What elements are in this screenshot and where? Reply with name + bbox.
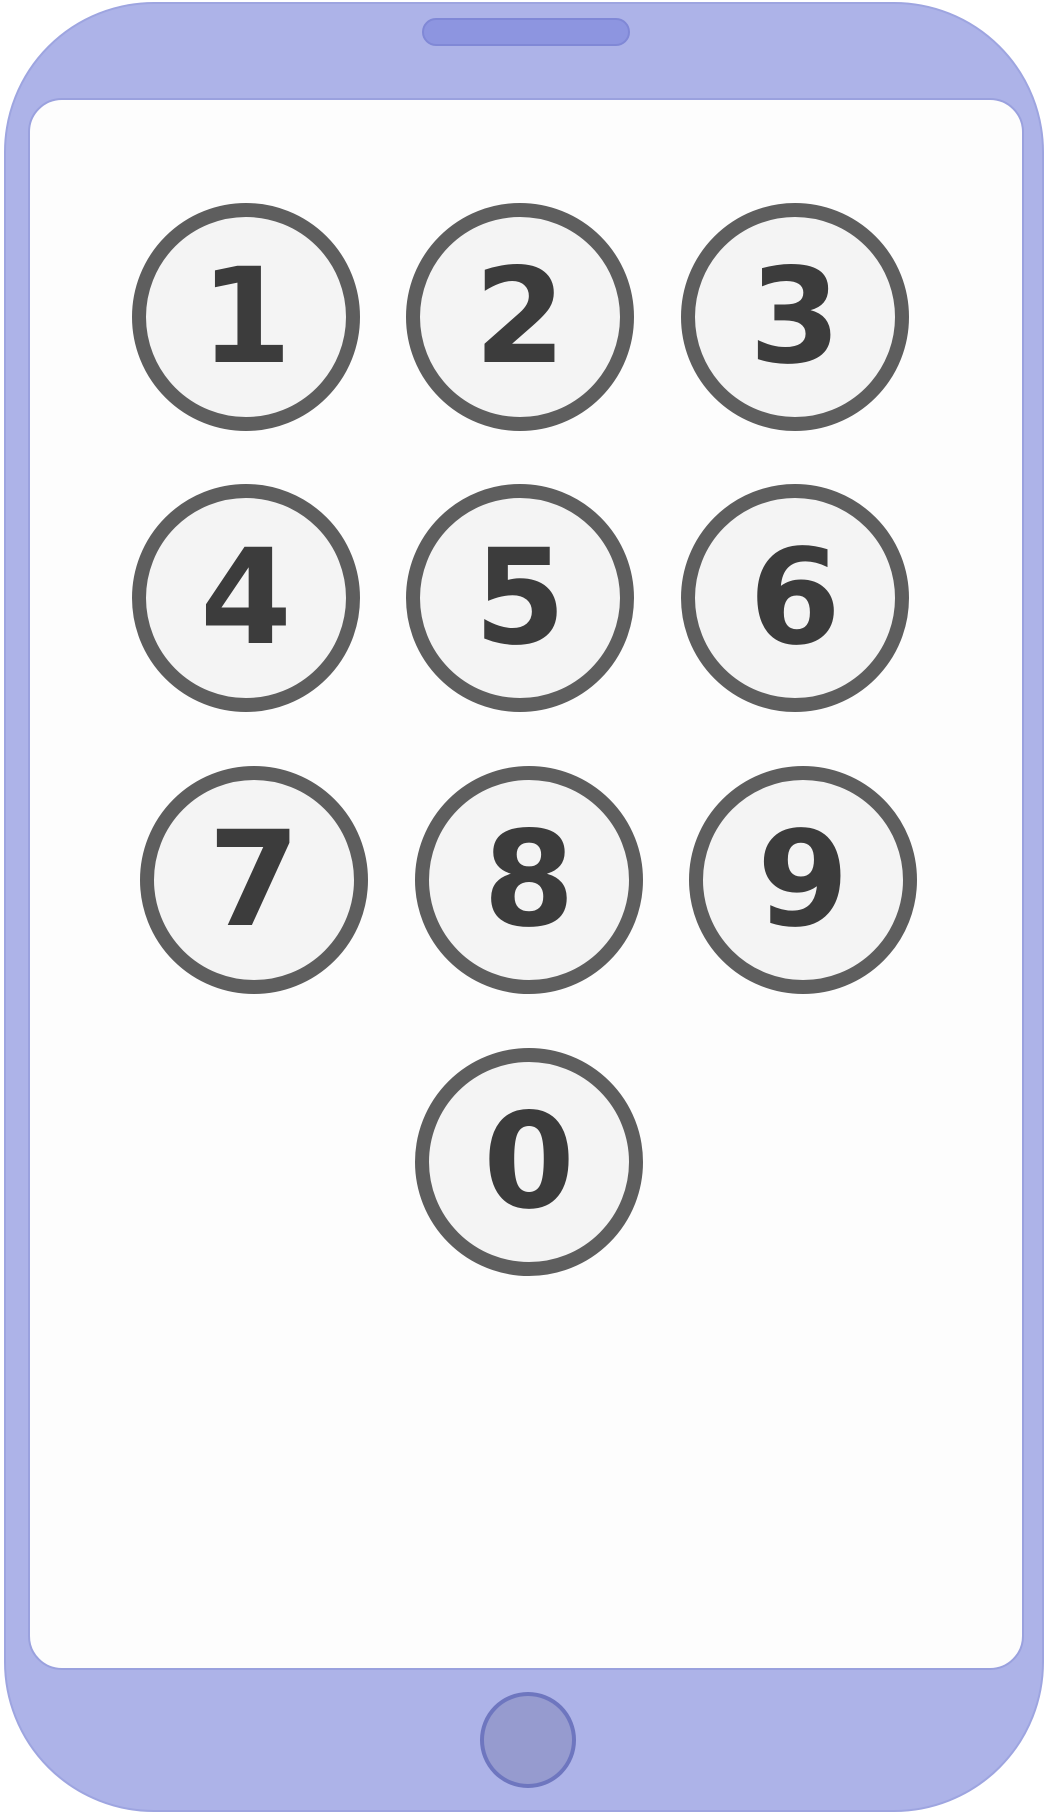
key-label: 2 <box>474 240 566 394</box>
keypad-key-6[interactable]: 6 <box>681 484 909 712</box>
key-label: 1 <box>200 240 292 394</box>
key-label: 3 <box>749 240 841 394</box>
keypad-key-5[interactable]: 5 <box>406 484 634 712</box>
keypad-key-9[interactable]: 9 <box>689 766 917 994</box>
speaker-grille <box>422 18 630 46</box>
key-label: 6 <box>749 521 841 675</box>
key-label: 5 <box>474 521 566 675</box>
keypad-key-0[interactable]: 0 <box>415 1048 643 1276</box>
keypad-key-1[interactable]: 1 <box>132 203 360 431</box>
keypad-key-3[interactable]: 3 <box>681 203 909 431</box>
key-label: 9 <box>757 803 849 957</box>
keypad-key-8[interactable]: 8 <box>415 766 643 994</box>
home-button[interactable] <box>480 1692 576 1788</box>
key-label: 8 <box>483 803 575 957</box>
keypad-key-2[interactable]: 2 <box>406 203 634 431</box>
keypad-key-4[interactable]: 4 <box>132 484 360 712</box>
key-label: 4 <box>200 521 292 675</box>
keypad-key-7[interactable]: 7 <box>140 766 368 994</box>
key-label: 7 <box>208 803 300 957</box>
key-label: 0 <box>483 1085 575 1239</box>
